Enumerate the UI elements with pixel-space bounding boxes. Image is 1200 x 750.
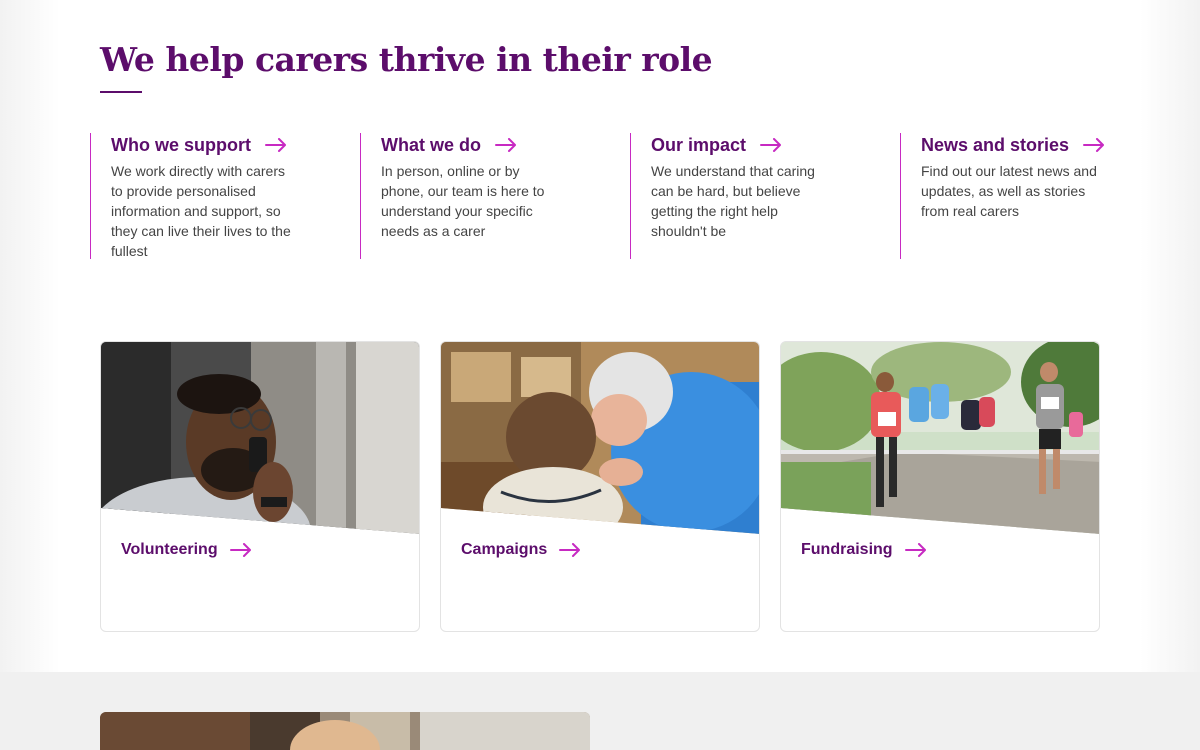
- card-grid: Volunteering Campaigns Fundraising: [100, 341, 1100, 632]
- link-title-text: What we do: [381, 134, 481, 155]
- link-description: In person, online or by phone, our team …: [381, 163, 545, 239]
- card-label: Campaigns: [461, 541, 581, 559]
- arrow-right-icon: [760, 138, 782, 152]
- link-our-impact-title[interactable]: Our impact: [651, 134, 900, 156]
- link-description: Find out our latest news and updates, as…: [921, 163, 1097, 219]
- man-on-phone-photo: [101, 342, 419, 534]
- link-title-text: News and stories: [921, 134, 1070, 155]
- link-description: We understand that caring can be hard, b…: [651, 163, 815, 239]
- section-heading: We help carers thrive in their role: [100, 40, 713, 79]
- arrow-right-icon: [495, 138, 517, 152]
- card-campaigns[interactable]: Campaigns: [440, 341, 760, 632]
- arrow-right-icon: [229, 543, 252, 557]
- card-fundraising[interactable]: Fundraising: [780, 341, 1100, 632]
- card-label-text: Volunteering: [121, 541, 218, 558]
- card-label: Fundraising: [801, 541, 927, 559]
- arrow-right-icon: [264, 138, 287, 152]
- link-columns: Who we support We work directly with car…: [90, 133, 1170, 259]
- arrow-right-icon: [904, 543, 927, 557]
- link-description: We work directly with carers to provide …: [111, 163, 291, 259]
- card-label: Volunteering: [121, 541, 252, 559]
- arrow-right-icon: [1083, 138, 1105, 152]
- heading-underline: [100, 91, 142, 93]
- page: We help carers thrive in their role Who …: [0, 0, 1200, 750]
- link-who-we-support: Who we support We work directly with car…: [90, 133, 360, 259]
- people-photo: [100, 712, 590, 750]
- link-who-we-support-title[interactable]: Who we support: [111, 134, 360, 156]
- link-news-and-stories-title[interactable]: News and stories: [921, 134, 1170, 156]
- card-volunteering[interactable]: Volunteering: [100, 341, 420, 632]
- link-news-and-stories: News and stories Find out our latest new…: [900, 133, 1170, 259]
- elderly-man-and-child-photo: [441, 342, 759, 534]
- link-our-impact: Our impact We understand that caring can…: [630, 133, 900, 259]
- card-label-text: Campaigns: [461, 541, 548, 558]
- link-title-text: Our impact: [651, 134, 747, 155]
- link-title-text: Who we support: [111, 134, 251, 155]
- card-label-text: Fundraising: [801, 541, 893, 558]
- arrow-right-icon: [559, 543, 581, 557]
- link-what-we-do-title[interactable]: What we do: [381, 134, 630, 156]
- link-what-we-do: What we do In person, online or by phone…: [360, 133, 630, 259]
- runners-race-photo: [781, 342, 1099, 534]
